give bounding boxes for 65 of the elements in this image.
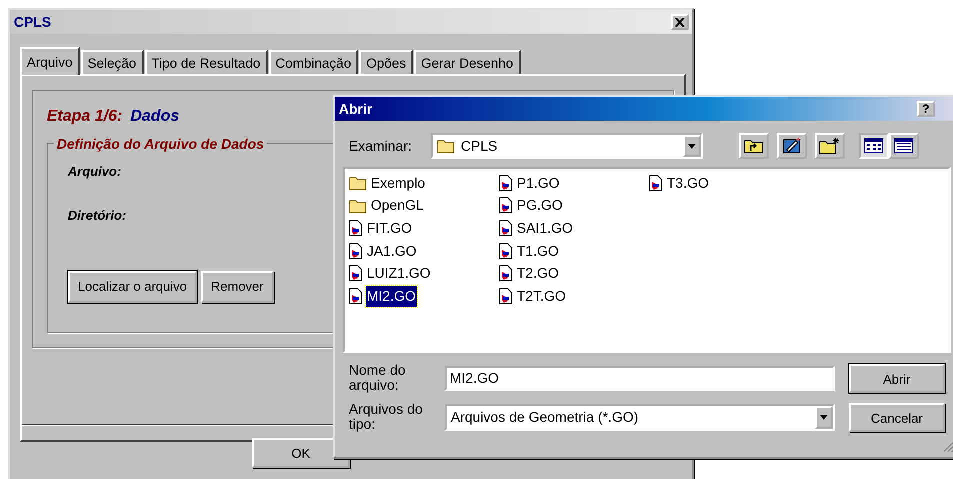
list-view-icon [864,138,884,154]
file-icon [349,220,363,237]
file-item[interactable]: FIT.GO [366,218,414,239]
file-item[interactable]: OpenGL [370,195,425,216]
folder-up-icon [744,138,764,154]
push-button[interactable]: Abrir [849,364,945,393]
resize-grip-icon[interactable] [944,442,953,452]
file-item[interactable]: T3.GO [666,172,710,194]
tab[interactable]: Opões [359,50,414,74]
tab[interactable]: Arquivo [20,47,80,75]
toolbar-button[interactable] [739,133,769,159]
tab[interactable]: Tipo de Resultado [144,50,268,74]
file-item[interactable]: P1.GO [516,172,561,194]
file-icon [499,265,513,282]
toolbar-button[interactable] [777,133,807,159]
folder-icon [349,175,367,192]
file-item[interactable]: T2T.GO [516,286,568,307]
dropdown-arrow-icon [820,414,828,420]
file-icon [499,174,513,192]
folder-icon [437,138,455,154]
file-item[interactable]: T2.GO [516,263,560,284]
file-item[interactable]: SAI1.GO [516,218,574,239]
step-name: Dados [130,107,180,127]
file-icon [349,288,363,305]
file-item[interactable]: PG.GO [516,195,564,216]
new-folder-icon [819,137,841,155]
field-label: Nome do arquivo: [349,363,407,394]
tab[interactable]: Seleção [80,50,144,74]
folder-icon [349,198,367,214]
file-icon [349,265,363,282]
push-button[interactable]: Cancelar [849,402,945,432]
close-icon [675,18,685,26]
file-icon [649,174,663,192]
dialog-title: Abrir [339,100,372,118]
window-title: CPLS [14,12,52,32]
toolbar-button[interactable] [859,133,889,159]
tab[interactable]: Gerar Desenho [414,50,521,74]
field-label: Diretório: [68,206,126,224]
field-label: Arquivos do tipo: [349,402,424,433]
field-label: Arquivo: [68,163,122,181]
close-button[interactable] [671,14,689,30]
file-name-field[interactable]: MI2.GO [445,366,835,391]
file-item[interactable]: LUIZ1.GO [366,263,432,284]
look-in-dropdown[interactable]: CPLS [431,133,703,159]
toolbar-button[interactable] [889,133,919,159]
help-button[interactable]: ? [917,101,935,117]
file-icon [499,242,513,260]
file-type-dropdown[interactable]: Arquivos de Geometria (*.GO) [445,404,835,431]
file-icon [349,242,363,260]
step-label: Etapa 1/6: [47,107,123,127]
file-icon [499,220,513,237]
file-icon [499,197,513,214]
field-label: Examinar: [349,136,414,156]
details-view-icon [894,138,914,154]
toolbar-button[interactable] [815,133,845,159]
dropdown-arrow-icon [688,144,696,148]
file-list[interactable]: Exemplo OpenGL FIT.GO JA1.GO LUIZ1.GO MI2.GO P1.GO PG.GO SAI1.GO T1.GO T2.GO T2T.GO T3.GO [343,167,951,353]
push-button[interactable]: Localizar o arquivo [68,271,198,302]
push-button[interactable]: Remover [201,271,274,302]
file-item[interactable]: Exemplo [370,172,426,194]
file-item[interactable]: T1.GO [516,240,560,262]
file-item[interactable]: MI2.GO [366,286,418,307]
file-item[interactable]: JA1.GO [366,240,418,262]
file-icon [499,288,513,305]
tab[interactable]: Combinação [268,50,358,74]
